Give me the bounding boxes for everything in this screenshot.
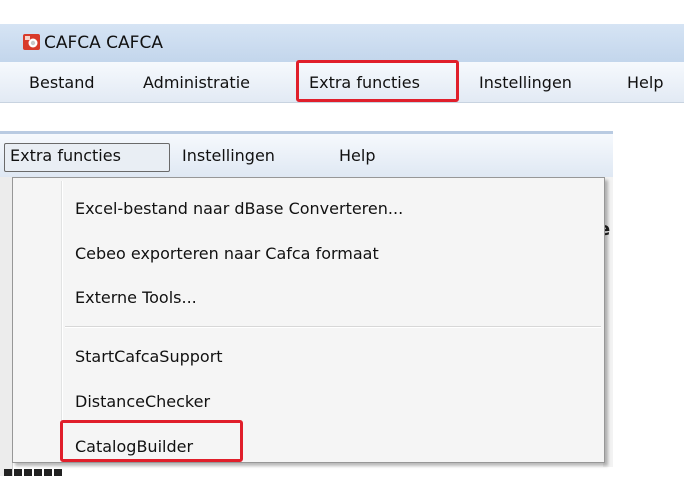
highlight-extra-functies bbox=[296, 60, 459, 102]
menu-item-excel-converter[interactable]: Excel-bestand naar dBase Converteren... bbox=[75, 199, 403, 218]
menu-bar-open: Extra functies Instellingen Help bbox=[0, 131, 613, 177]
menu-instellingen[interactable]: Instellingen bbox=[479, 73, 572, 92]
dropdown-window-snippet: Extra functies Instellingen Help e Excel… bbox=[0, 131, 613, 476]
menu-instellingen-open[interactable]: Instellingen bbox=[182, 146, 275, 165]
window-title: CAFCA CAFCA bbox=[44, 33, 163, 53]
menu-item-externe-tools[interactable]: Externe Tools... bbox=[75, 288, 197, 307]
menu-item-startcafcasupport[interactable]: StartCafcaSupport bbox=[75, 347, 223, 366]
menu-help[interactable]: Help bbox=[627, 73, 663, 92]
menu-extra-functies-open[interactable]: Extra functies bbox=[10, 146, 121, 165]
menu-bestand[interactable]: Bestand bbox=[29, 73, 95, 92]
title-bar: CAFCA CAFCA bbox=[0, 24, 684, 62]
menu-item-cebeo-export[interactable]: Cebeo exporteren naar Cafca formaat bbox=[75, 244, 379, 263]
menu-separator bbox=[65, 326, 601, 328]
cafca-app-icon bbox=[23, 34, 40, 50]
background-bottom-fragment bbox=[0, 462, 70, 476]
dropdown-icon-gutter bbox=[61, 181, 63, 459]
menu-item-distancechecker[interactable]: DistanceChecker bbox=[75, 392, 210, 411]
menu-help-open[interactable]: Help bbox=[339, 146, 375, 165]
main-window-snippet: CAFCA CAFCA Bestand Administratie Extra … bbox=[0, 0, 684, 104]
menu-administratie[interactable]: Administratie bbox=[143, 73, 250, 92]
highlight-catalogbuilder bbox=[60, 420, 243, 462]
cut-off-text-graphic bbox=[4, 469, 62, 476]
